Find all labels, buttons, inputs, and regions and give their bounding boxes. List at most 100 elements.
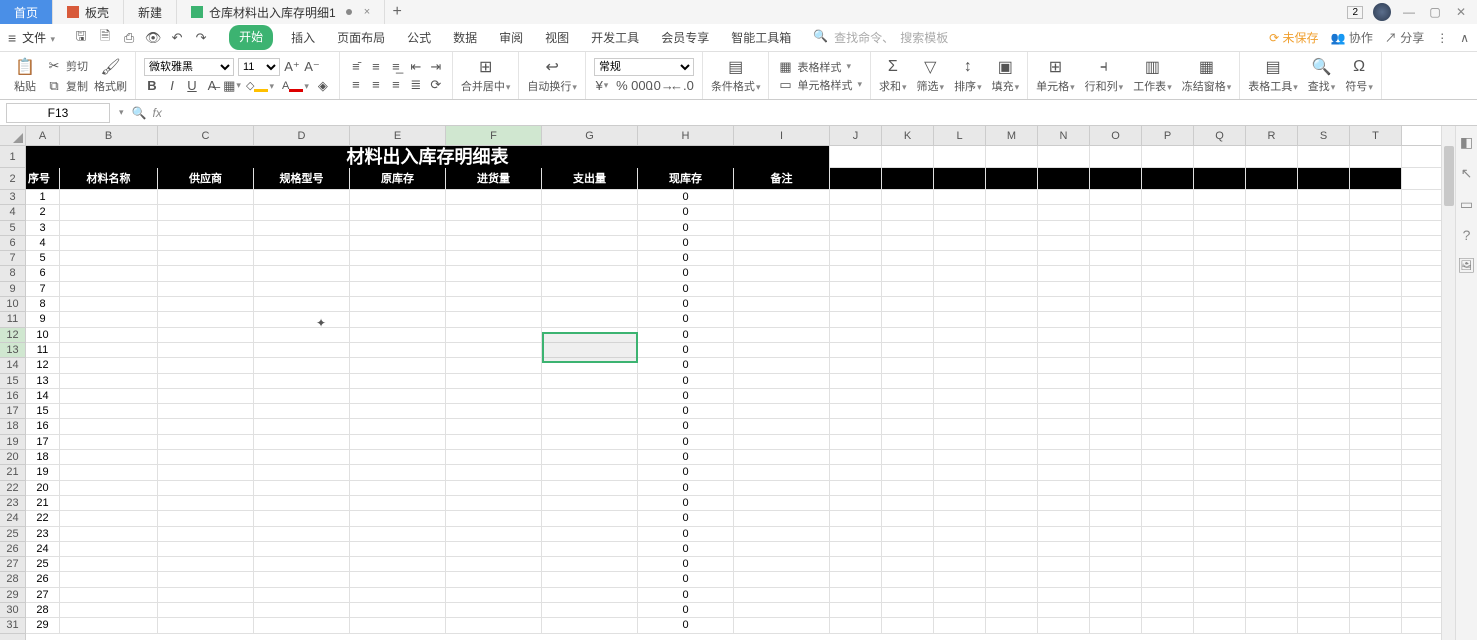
- cell-K26[interactable]: [882, 542, 934, 556]
- cell-L31[interactable]: [934, 618, 986, 632]
- cell-G16[interactable]: [542, 389, 638, 403]
- cell-M26[interactable]: [986, 542, 1038, 556]
- align-center[interactable]: ≡: [368, 77, 384, 93]
- col-header-T[interactable]: T: [1350, 126, 1402, 145]
- cell-P30[interactable]: [1142, 603, 1194, 617]
- hamburger-icon[interactable]: ≡: [8, 30, 16, 46]
- cell-Q24[interactable]: [1194, 511, 1246, 525]
- cell-O28[interactable]: [1090, 572, 1142, 586]
- cell-F24[interactable]: [446, 511, 542, 525]
- cell-Q5[interactable]: [1194, 221, 1246, 235]
- cell-J17[interactable]: [830, 404, 882, 418]
- col-header-S[interactable]: S: [1298, 126, 1350, 145]
- cell-H18[interactable]: 0: [638, 419, 734, 433]
- cell-N21[interactable]: [1038, 465, 1090, 479]
- cell-G28[interactable]: [542, 572, 638, 586]
- copy-button[interactable]: ⧉复制: [44, 77, 90, 95]
- cell-S8[interactable]: [1298, 266, 1350, 280]
- cell-F22[interactable]: [446, 481, 542, 495]
- cell-D6[interactable]: [254, 236, 350, 250]
- cell-N10[interactable]: [1038, 297, 1090, 311]
- cell-S30[interactable]: [1298, 603, 1350, 617]
- cell-P15[interactable]: [1142, 374, 1194, 388]
- cell-B26[interactable]: [60, 542, 158, 556]
- cell-N29[interactable]: [1038, 588, 1090, 602]
- cell-S11[interactable]: [1298, 312, 1350, 326]
- cell-O29[interactable]: [1090, 588, 1142, 602]
- cell-I8[interactable]: [734, 266, 830, 280]
- cell-T5[interactable]: [1350, 221, 1402, 235]
- cell-E11[interactable]: [350, 312, 446, 326]
- cell-C27[interactable]: [158, 557, 254, 571]
- cell-P7[interactable]: [1142, 251, 1194, 265]
- cell-E24[interactable]: [350, 511, 446, 525]
- cell-R25[interactable]: [1246, 527, 1298, 541]
- cell-E8[interactable]: [350, 266, 446, 280]
- cell-H22[interactable]: 0: [638, 481, 734, 495]
- panel-help-icon[interactable]: ?: [1463, 227, 1471, 243]
- cell-R16[interactable]: [1246, 389, 1298, 403]
- cell-R18[interactable]: [1246, 419, 1298, 433]
- cell-M23[interactable]: [986, 496, 1038, 510]
- cell-I16[interactable]: [734, 389, 830, 403]
- cell-A11[interactable]: 9: [26, 312, 60, 326]
- cell-N30[interactable]: [1038, 603, 1090, 617]
- cell-J6[interactable]: [830, 236, 882, 250]
- cell-N9[interactable]: [1038, 282, 1090, 296]
- cell-F4[interactable]: [446, 205, 542, 219]
- cell-C10[interactable]: [158, 297, 254, 311]
- cell-A7[interactable]: 5: [26, 251, 60, 265]
- cell-J27[interactable]: [830, 557, 882, 571]
- cell-J8[interactable]: [830, 266, 882, 280]
- cell-T25[interactable]: [1350, 527, 1402, 541]
- cell-A16[interactable]: 14: [26, 389, 60, 403]
- cell-Q26[interactable]: [1194, 542, 1246, 556]
- col-header-G[interactable]: G: [542, 126, 638, 145]
- cell-F18[interactable]: [446, 419, 542, 433]
- cell-G31[interactable]: [542, 618, 638, 632]
- cell-G7[interactable]: [542, 251, 638, 265]
- row-header-16[interactable]: 16: [0, 389, 25, 404]
- cell-R11[interactable]: [1246, 312, 1298, 326]
- col-header-K[interactable]: K: [882, 126, 934, 145]
- cell-C29[interactable]: [158, 588, 254, 602]
- cell-O21[interactable]: [1090, 465, 1142, 479]
- cell-J12[interactable]: [830, 328, 882, 342]
- cell-O22[interactable]: [1090, 481, 1142, 495]
- cell-M27[interactable]: [986, 557, 1038, 571]
- panel-comment-icon[interactable]: ▭: [1460, 196, 1473, 213]
- cell-N16[interactable]: [1038, 389, 1090, 403]
- cells-button[interactable]: ⊞单元格▾: [1036, 57, 1075, 94]
- cell-G23[interactable]: [542, 496, 638, 510]
- cell-S23[interactable]: [1298, 496, 1350, 510]
- cell-B30[interactable]: [60, 603, 158, 617]
- cell-G14[interactable]: [542, 358, 638, 372]
- tab-home[interactable]: 首页: [0, 0, 53, 24]
- row-header-24[interactable]: 24: [0, 511, 25, 526]
- row-header-2[interactable]: 2: [0, 168, 25, 190]
- cell-Q11[interactable]: [1194, 312, 1246, 326]
- cell-K21[interactable]: [882, 465, 934, 479]
- cell-A29[interactable]: 27: [26, 588, 60, 602]
- cell-P18[interactable]: [1142, 419, 1194, 433]
- cell-B20[interactable]: [60, 450, 158, 464]
- cell-T28[interactable]: [1350, 572, 1402, 586]
- cell-O23[interactable]: [1090, 496, 1142, 510]
- cell-B27[interactable]: [60, 557, 158, 571]
- menu-tab-1[interactable]: 插入: [287, 25, 319, 50]
- cell-O31[interactable]: [1090, 618, 1142, 632]
- cell-I23[interactable]: [734, 496, 830, 510]
- row-header-13[interactable]: 13: [0, 343, 25, 358]
- cell-J21[interactable]: [830, 465, 882, 479]
- cell-M10[interactable]: [986, 297, 1038, 311]
- cell-P19[interactable]: [1142, 435, 1194, 449]
- align-top[interactable]: ≡̄: [348, 59, 364, 75]
- cell-B8[interactable]: [60, 266, 158, 280]
- cell-H16[interactable]: 0: [638, 389, 734, 403]
- cell-D22[interactable]: [254, 481, 350, 495]
- cell-D8[interactable]: [254, 266, 350, 280]
- cell-style[interactable]: ▭单元格样式▾: [777, 77, 862, 93]
- cond-format[interactable]: ▤条件格式▾: [711, 57, 761, 94]
- cell-G12[interactable]: [542, 328, 638, 342]
- cell-T23[interactable]: [1350, 496, 1402, 510]
